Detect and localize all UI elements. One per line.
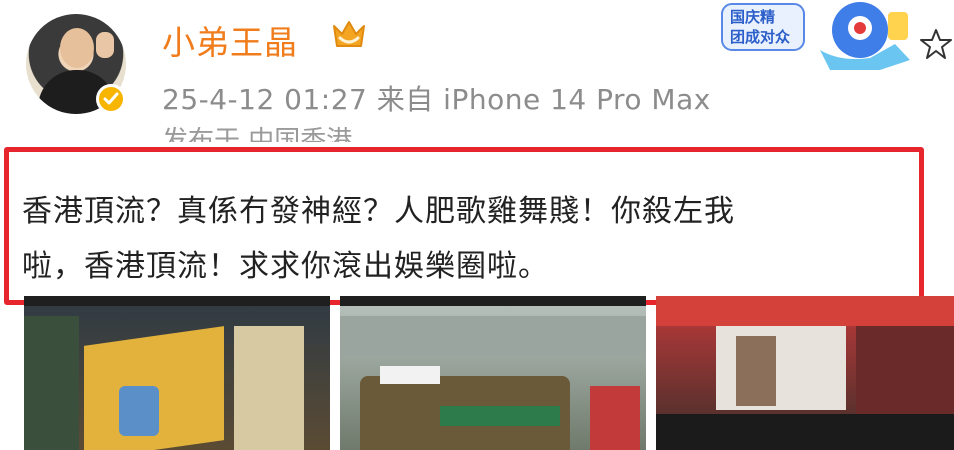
- billboard-shape: [234, 326, 304, 450]
- check-icon: [103, 92, 119, 105]
- post-location: 发布于 中国香港: [162, 126, 353, 142]
- festival-badge: 国庆精 团成对众: [720, 0, 920, 72]
- post-image-3[interactable]: [656, 296, 954, 450]
- crowd-shape: [656, 414, 954, 450]
- tram-banner-shape: [440, 406, 560, 426]
- post-content: 香港頂流？真係冇發神經？人肥歌雞舞賤！你殺左我 啦，香港頂流！求求你滾出娛樂圈啦…: [22, 184, 942, 294]
- badge-text-line1: 国庆精: [730, 8, 776, 26]
- verified-badge-icon: [96, 84, 126, 114]
- post-meta-line: 25-4-12 01:27 来自 iPhone 14 Pro Max: [162, 83, 711, 116]
- screen-shape: [119, 386, 159, 436]
- post-content-line-1: 香港頂流？真係冇發神經？人肥歌雞舞賤！你殺左我: [22, 194, 735, 229]
- badge-text-line2: 团成对众: [730, 28, 791, 46]
- crown-icon: [333, 21, 365, 47]
- building-shape: [856, 326, 954, 416]
- image-top-bar: [340, 296, 646, 306]
- star-icon[interactable]: [918, 26, 954, 62]
- billboard-person-shape: [736, 336, 776, 406]
- post-image-2[interactable]: [340, 296, 646, 450]
- street-background-shape: [340, 316, 646, 356]
- tram-sign-shape: [380, 366, 440, 384]
- username[interactable]: 小弟王晶: [162, 16, 298, 64]
- banner-shape: [656, 296, 954, 326]
- avatar-hand-shape: [96, 32, 114, 58]
- avatar-face-shape: [60, 28, 94, 68]
- post-content-line-2: 啦，香港頂流！求求你滾出娛樂圈啦。: [22, 249, 549, 284]
- image-top-bar: [24, 296, 330, 306]
- building-shape: [24, 316, 79, 450]
- storefront-shape: [590, 386, 640, 450]
- post-image-1[interactable]: [24, 296, 330, 450]
